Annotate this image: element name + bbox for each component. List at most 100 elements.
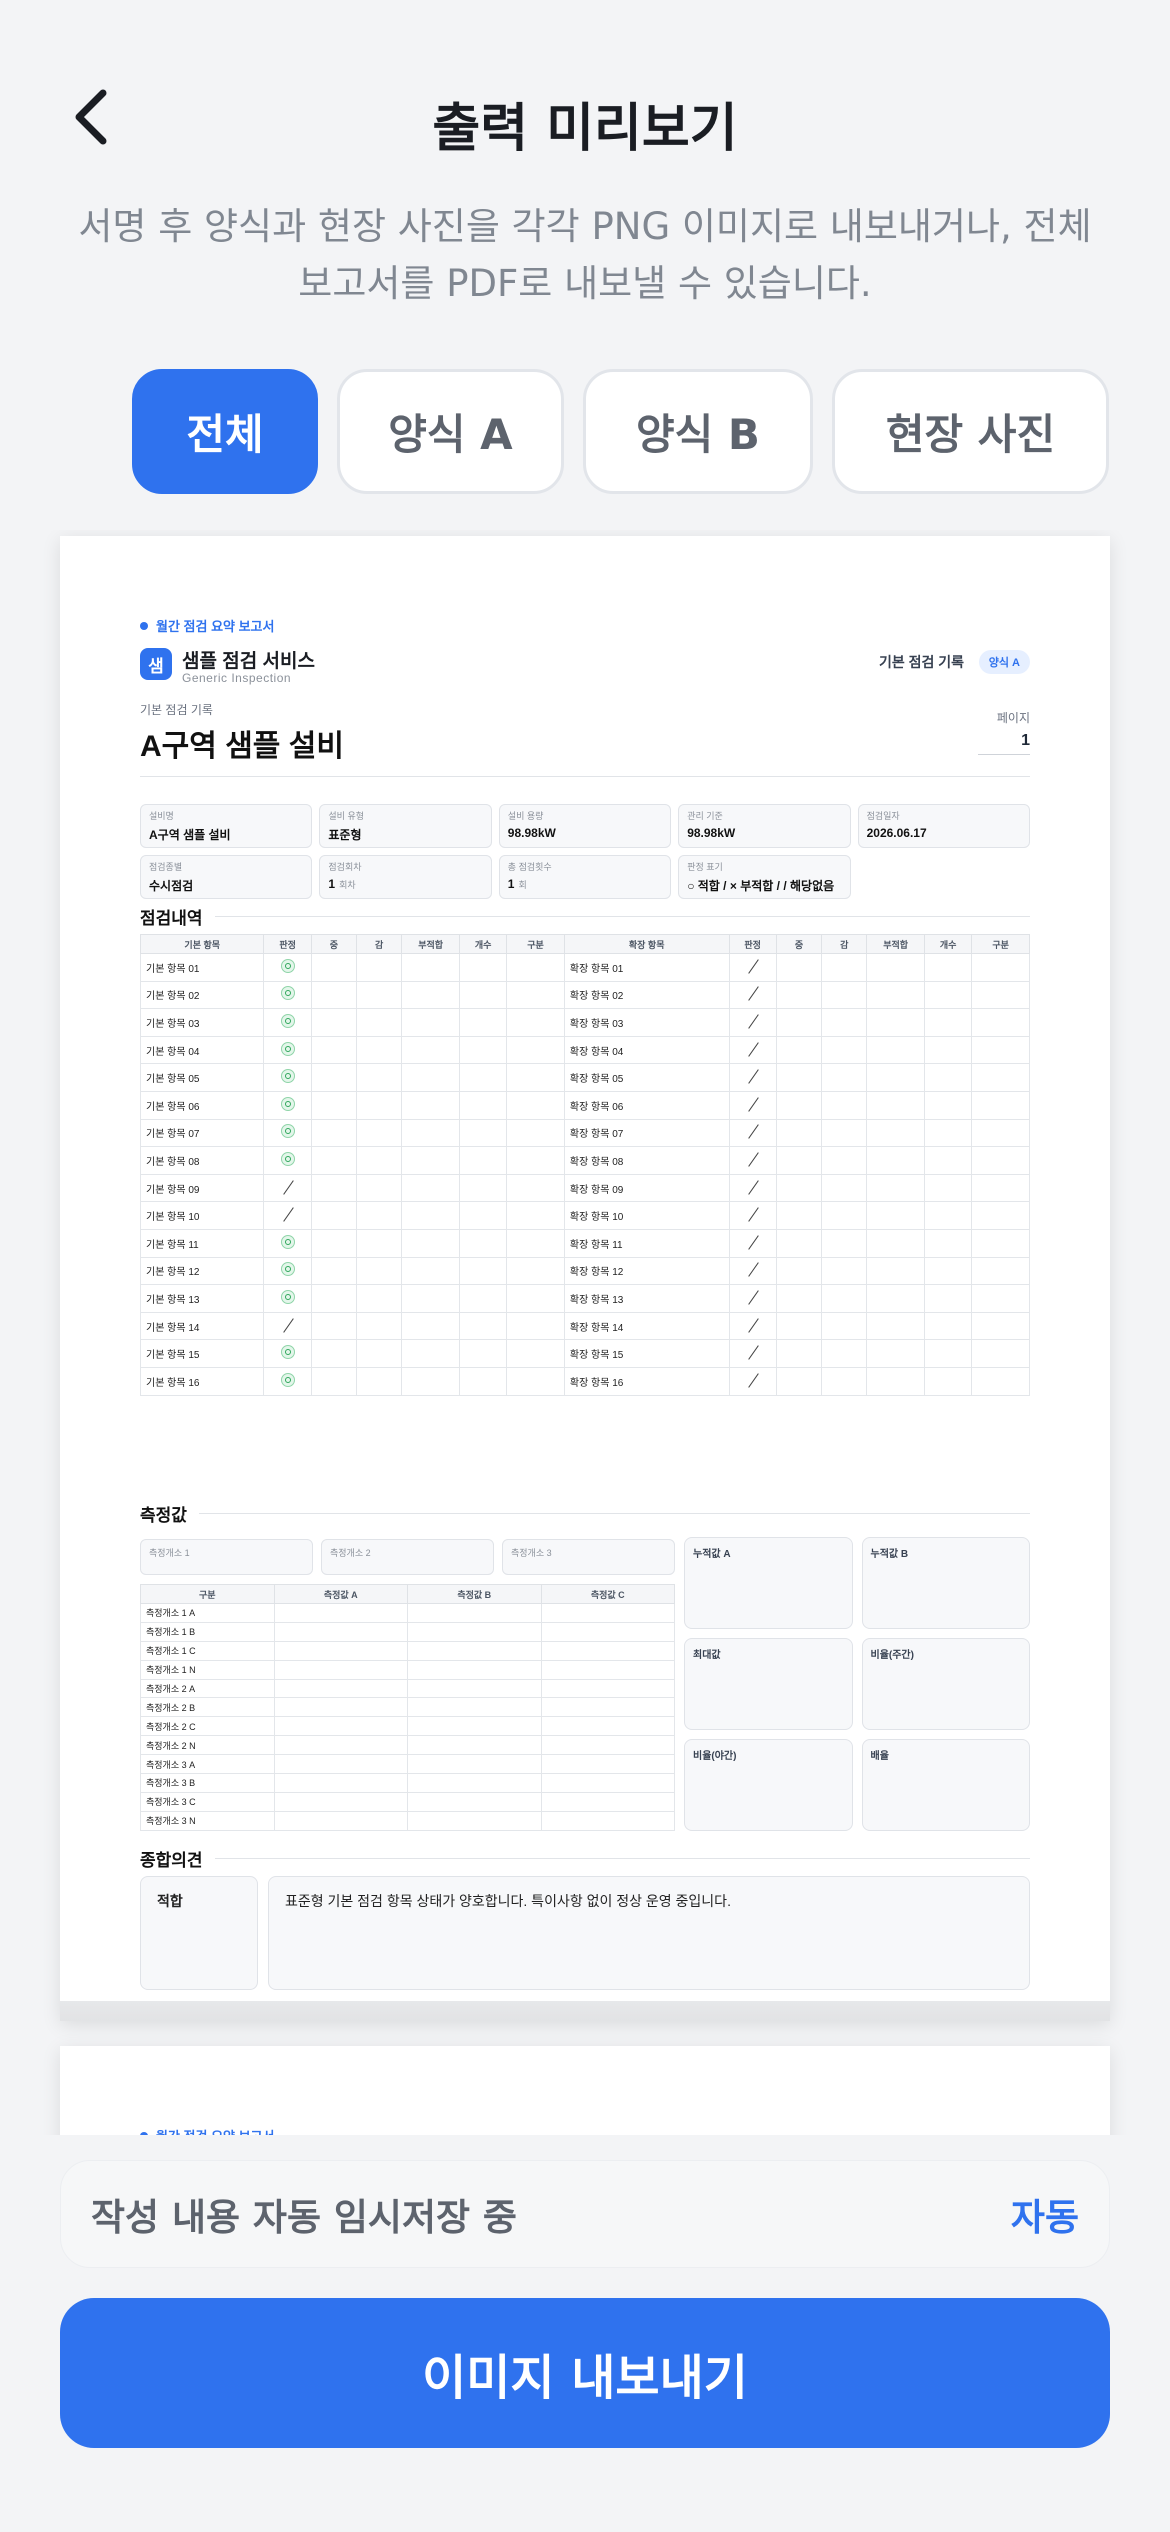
base-item-verdict[interactable]: [263, 1284, 312, 1313]
table-cell[interactable]: [821, 1284, 868, 1313]
base-item-verdict[interactable]: [263, 1201, 312, 1230]
table-cell[interactable]: [401, 1063, 460, 1092]
table-cell[interactable]: [401, 1311, 460, 1341]
table-cell[interactable]: [356, 980, 403, 1010]
table-cell[interactable]: [458, 1366, 508, 1396]
table-cell[interactable]: [458, 1284, 508, 1313]
ext-item-verdict[interactable]: [728, 1339, 777, 1368]
table-cell[interactable]: [923, 1008, 973, 1037]
measure-summary-box[interactable]: 누적값 A: [684, 1537, 853, 1629]
table-cell[interactable]: [401, 1201, 460, 1230]
measure-value-cell[interactable]: [540, 1621, 675, 1642]
ext-item-verdict[interactable]: [728, 1311, 777, 1341]
table-cell[interactable]: [401, 1008, 460, 1037]
table-cell[interactable]: [923, 953, 973, 982]
measure-value-cell[interactable]: [540, 1716, 675, 1737]
table-cell[interactable]: [971, 1256, 1030, 1286]
ext-item-verdict[interactable]: [728, 1173, 777, 1203]
table-cell[interactable]: [821, 1063, 868, 1092]
table-cell[interactable]: [310, 1228, 358, 1258]
table-cell[interactable]: [458, 1339, 508, 1368]
table-cell[interactable]: [401, 1090, 460, 1120]
table-cell[interactable]: [775, 1035, 823, 1065]
table-cell[interactable]: [923, 1035, 973, 1065]
measure-value-cell[interactable]: [273, 1621, 408, 1642]
table-cell[interactable]: [866, 1284, 925, 1313]
table-cell[interactable]: [971, 1339, 1030, 1368]
measure-summary-box[interactable]: 배율: [861, 1739, 1030, 1831]
table-cell[interactable]: [458, 953, 508, 982]
table-cell[interactable]: [775, 1118, 823, 1148]
table-cell[interactable]: [356, 1118, 403, 1148]
table-cell[interactable]: [310, 1284, 358, 1313]
table-cell[interactable]: [401, 1339, 460, 1368]
tab-form-a[interactable]: 양식 A: [337, 369, 564, 494]
table-cell[interactable]: [310, 1008, 358, 1037]
tab-all[interactable]: 전체: [132, 369, 318, 494]
measure-value-cell[interactable]: [273, 1716, 408, 1737]
export-image-button[interactable]: 이미지 내보내기: [60, 2298, 1110, 2448]
table-cell[interactable]: [506, 1090, 565, 1120]
ext-item-verdict[interactable]: [728, 1118, 777, 1148]
table-cell[interactable]: [971, 1201, 1030, 1230]
table-cell[interactable]: [401, 1035, 460, 1065]
base-item-verdict[interactable]: [263, 1118, 312, 1148]
table-cell[interactable]: [923, 980, 973, 1010]
table-cell[interactable]: [775, 1339, 823, 1368]
table-cell[interactable]: [923, 1090, 973, 1120]
table-cell[interactable]: [401, 1173, 460, 1203]
measure-value-cell[interactable]: [540, 1735, 675, 1756]
table-cell[interactable]: [923, 1228, 973, 1258]
table-cell[interactable]: [775, 980, 823, 1010]
table-cell[interactable]: [356, 1228, 403, 1258]
table-cell[interactable]: [356, 1063, 403, 1092]
table-cell[interactable]: [971, 1008, 1030, 1037]
table-cell[interactable]: [458, 1063, 508, 1092]
table-cell[interactable]: [310, 1035, 358, 1065]
table-cell[interactable]: [971, 1366, 1030, 1396]
table-cell[interactable]: [310, 953, 358, 982]
table-cell[interactable]: [506, 1146, 565, 1175]
base-item-verdict[interactable]: [263, 1035, 312, 1065]
table-cell[interactable]: [310, 1311, 358, 1341]
measure-summary-box[interactable]: 누적값 B: [861, 1537, 1030, 1629]
table-cell[interactable]: [775, 953, 823, 982]
table-cell[interactable]: [923, 1118, 973, 1148]
table-cell[interactable]: [356, 1146, 403, 1175]
table-cell[interactable]: [775, 1201, 823, 1230]
table-cell[interactable]: [866, 1366, 925, 1396]
base-item-verdict[interactable]: [263, 1256, 312, 1286]
base-item-verdict[interactable]: [263, 1063, 312, 1092]
measure-value-cell[interactable]: [407, 1791, 542, 1812]
table-cell[interactable]: [506, 1311, 565, 1341]
table-cell[interactable]: [923, 1201, 973, 1230]
table-cell[interactable]: [310, 1090, 358, 1120]
ext-item-verdict[interactable]: [728, 1256, 777, 1286]
measure-summary-box[interactable]: 최대값: [684, 1638, 853, 1730]
table-cell[interactable]: [923, 1339, 973, 1368]
table-cell[interactable]: [356, 1008, 403, 1037]
base-item-verdict[interactable]: [263, 1173, 312, 1203]
table-cell[interactable]: [458, 1311, 508, 1341]
table-cell[interactable]: [506, 1256, 565, 1286]
table-cell[interactable]: [923, 1146, 973, 1175]
table-cell[interactable]: [506, 1284, 565, 1313]
table-cell[interactable]: [310, 1118, 358, 1148]
measure-value-cell[interactable]: [540, 1754, 675, 1775]
table-cell[interactable]: [310, 1339, 358, 1368]
measure-value-cell[interactable]: [407, 1659, 542, 1680]
table-cell[interactable]: [866, 1090, 925, 1120]
table-cell[interactable]: [458, 1146, 508, 1175]
table-cell[interactable]: [310, 1063, 358, 1092]
table-cell[interactable]: [458, 980, 508, 1010]
table-cell[interactable]: [458, 1256, 508, 1286]
measure-location-field[interactable]: 측정개소 2: [321, 1539, 494, 1575]
table-cell[interactable]: [458, 1173, 508, 1203]
measure-value-cell[interactable]: [407, 1810, 542, 1831]
measure-value-cell[interactable]: [540, 1773, 675, 1793]
table-cell[interactable]: [310, 1366, 358, 1396]
table-cell[interactable]: [310, 1146, 358, 1175]
ext-item-verdict[interactable]: [728, 953, 777, 982]
ext-item-verdict[interactable]: [728, 1284, 777, 1313]
table-cell[interactable]: [821, 1366, 868, 1396]
